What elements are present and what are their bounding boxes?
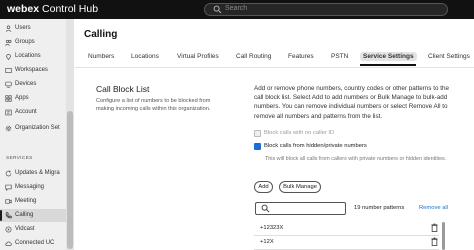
location-icon — [6, 54, 11, 60]
number-pattern: +12323X — [260, 225, 284, 231]
sidebar-scroll-thumb[interactable] — [67, 111, 73, 249]
block-private-numbers-checkbox[interactable] — [254, 143, 261, 155]
brand-logo: webex Control Hub — [7, 3, 98, 15]
tab-pstn[interactable]: PSTN — [328, 52, 351, 61]
sidebar: Users Groups Locations Workspaces Device… — [0, 19, 67, 250]
sidebar-item-label: Connected UC — [15, 240, 55, 246]
sidebar-item-label: Workspaces — [15, 67, 48, 73]
block-private-numbers-label: Block calls from hidden/private numbers — [264, 143, 367, 149]
active-tab-indicator — [360, 64, 416, 66]
sidebar-item-apps[interactable]: Apps — [0, 92, 66, 105]
services-section-label: SERVICES — [6, 156, 33, 161]
sidebar-item-label: Calling — [15, 212, 34, 218]
refresh-icon — [5, 170, 12, 177]
page-header: Calling Numbers Locations Virtual Profil… — [74, 19, 474, 68]
sidebar-item-label: Devices — [15, 81, 37, 87]
search-placeholder: Search — [225, 5, 248, 12]
sidebar-item-label: Updates & Migra — [15, 170, 60, 176]
tab-call-routing[interactable]: Call Routing — [233, 52, 274, 61]
number-pattern: +12X — [260, 239, 274, 245]
add-button[interactable]: Add — [254, 181, 273, 193]
trash-icon[interactable] — [431, 223, 438, 232]
sidebar-item-meeting[interactable]: Meeting — [0, 195, 66, 208]
sidebar-item-devices[interactable]: Devices — [0, 78, 66, 91]
sidebar-item-groups[interactable]: Groups — [0, 36, 66, 49]
call-block-intro: Add or remove phone numbers, country cod… — [254, 85, 449, 120]
call-block-list-title: Call Block List — [96, 84, 150, 94]
device-icon — [5, 81, 12, 88]
remove-all-link[interactable]: Remove all — [419, 205, 448, 211]
meeting-icon — [5, 199, 12, 204]
gear-icon — [5, 125, 12, 132]
block-no-caller-id-label: Block calls with no caller ID — [264, 130, 335, 136]
apps-icon — [5, 95, 12, 102]
brand-name: webex — [7, 3, 40, 15]
sidebar-item-users[interactable]: Users — [0, 22, 66, 35]
sidebar-item-label: Organization Set — [15, 125, 60, 131]
sidebar-item-messaging[interactable]: Messaging — [0, 181, 66, 194]
user-icon — [5, 25, 12, 32]
page-title: Calling — [84, 29, 118, 40]
trash-icon[interactable] — [431, 237, 438, 246]
tab-client-settings[interactable]: Client Settings — [425, 52, 473, 61]
sidebar-item-label: Apps — [15, 95, 29, 101]
search-icon — [213, 5, 222, 14]
tab-features[interactable]: Features — [285, 52, 317, 61]
sidebar-item-calling[interactable]: Calling — [0, 209, 66, 222]
top-bar: webex Control Hub Search — [0, 0, 474, 19]
cloud-icon — [5, 241, 12, 246]
sidebar-item-locations[interactable]: Locations — [0, 50, 66, 63]
sidebar-scrollbar[interactable] — [66, 19, 74, 250]
sidebar-item-label: Groups — [15, 39, 35, 45]
phone-icon — [5, 212, 12, 219]
number-list-scrollbar[interactable] — [442, 222, 445, 250]
brand-product: Control Hub — [42, 3, 99, 15]
private-numbers-note: This will block all calls from callers w… — [265, 156, 447, 162]
bulk-manage-button[interactable]: Bulk Manage — [279, 181, 321, 193]
sidebar-item-vidcast[interactable]: Vidcast — [0, 223, 66, 236]
message-icon — [5, 184, 12, 191]
call-block-list-description: Configure a list of numbers to be blocke… — [96, 98, 211, 112]
sidebar-item-connected-uc[interactable]: Connected UC — [0, 237, 66, 250]
sidebar-item-label: Meeting — [15, 198, 37, 204]
block-no-caller-id-checkbox[interactable] — [254, 130, 261, 137]
pattern-count: 19 number patterns — [354, 205, 405, 211]
sidebar-item-updates-migrations[interactable]: Updates & Migra — [0, 167, 66, 180]
sidebar-item-label: Messaging — [15, 184, 45, 190]
checkmark-icon — [255, 150, 261, 155]
sidebar-item-label: Account — [15, 109, 37, 115]
account-icon — [5, 109, 12, 116]
sidebar-item-label: Users — [15, 25, 31, 31]
tab-virtual-profiles[interactable]: Virtual Profiles — [174, 52, 222, 61]
tab-service-settings[interactable]: Service Settings — [360, 52, 417, 61]
list-item: +12323X — [254, 222, 439, 236]
workspace-icon — [5, 68, 12, 73]
global-search-input[interactable]: Search — [204, 3, 448, 16]
tab-locations[interactable]: Locations — [128, 52, 162, 61]
number-search-input[interactable] — [255, 202, 346, 215]
sidebar-item-label: Vidcast — [15, 226, 35, 232]
tab-numbers[interactable]: Numbers — [85, 52, 117, 61]
sidebar-item-account[interactable]: Account — [0, 106, 66, 119]
sidebar-item-organization-settings[interactable]: Organization Set — [0, 122, 66, 135]
vidcast-icon — [5, 226, 12, 233]
group-icon — [5, 39, 12, 46]
sidebar-item-label: Locations — [15, 53, 41, 59]
service-settings-panel: Call Block List Configure a list of numb… — [74, 68, 474, 250]
sidebar-item-workspaces[interactable]: Workspaces — [0, 64, 66, 77]
list-item: +12X — [254, 236, 439, 250]
search-icon — [261, 204, 270, 213]
